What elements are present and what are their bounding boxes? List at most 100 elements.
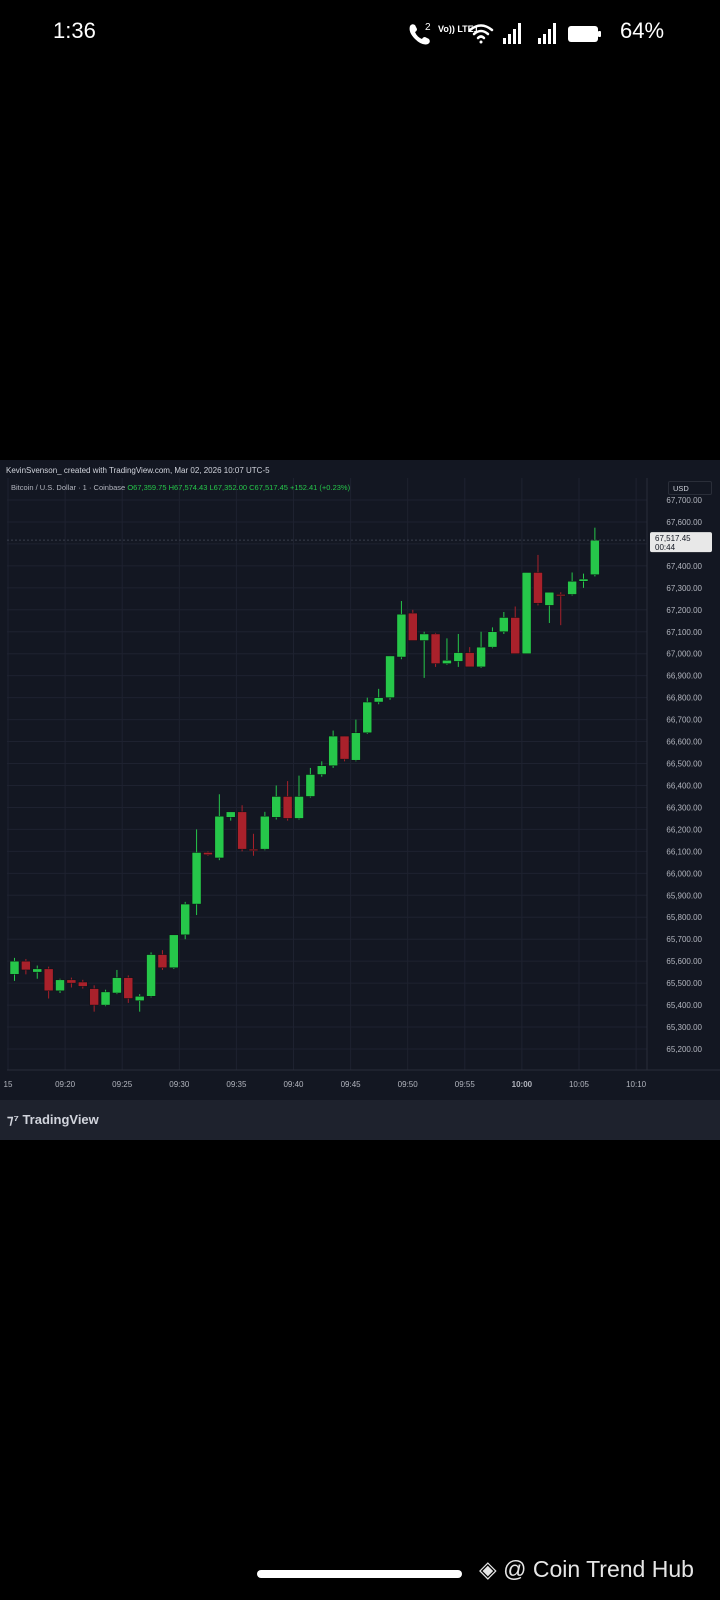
y-tick-label: 67,400.00 (666, 562, 702, 571)
y-tick-label: 67,000.00 (666, 650, 702, 659)
candle-body (55, 979, 65, 992)
x-tick-label: 15 (4, 1080, 13, 1089)
candle-body (339, 735, 350, 760)
candle-body (214, 815, 225, 859)
candle-body (385, 655, 395, 698)
chart-footer: ⁊⁷ TradingView (0, 1100, 720, 1140)
candle-body (32, 968, 43, 973)
x-tick-label: 09:25 (112, 1080, 133, 1089)
candle-body (157, 954, 168, 968)
candle-body (123, 977, 134, 999)
y-tick-label: 65,200.00 (666, 1045, 702, 1054)
close-value: C67,517.45 (249, 483, 288, 492)
x-tick-label: 10:00 (512, 1080, 533, 1089)
y-tick-label: 66,300.00 (666, 803, 702, 812)
x-tick-label: 09:35 (226, 1080, 247, 1089)
y-tick-label: 66,700.00 (666, 716, 702, 725)
currency-button[interactable]: USD (668, 481, 712, 495)
candle-body (21, 960, 31, 971)
y-tick-label: 67,600.00 (666, 518, 702, 527)
price-tag-countdown: 00:44 (655, 543, 676, 552)
call-badge: 2 (425, 22, 431, 33)
high-value: H67,574.43 (168, 483, 208, 492)
y-tick-label: 65,400.00 (666, 1001, 702, 1010)
y-tick-label: 67,200.00 (666, 606, 702, 615)
candle-body (317, 765, 327, 775)
home-indicator[interactable] (257, 1570, 462, 1578)
candle-body (78, 981, 88, 987)
y-tick-label: 66,800.00 (666, 694, 702, 703)
candle-body (225, 811, 236, 818)
price-tag-value: 67,517.45 (655, 534, 691, 543)
y-tick-label: 65,600.00 (666, 957, 702, 966)
candle-body (442, 660, 452, 664)
candle-body (555, 594, 566, 597)
x-tick-label: 10:10 (626, 1080, 647, 1089)
x-tick-label: 10:05 (569, 1080, 590, 1089)
x-tick-label: 09:40 (283, 1080, 304, 1089)
candle-body (476, 646, 486, 668)
candle-body (100, 991, 111, 1006)
watermark-text: @ Coin Trend Hub (503, 1556, 694, 1582)
candle-body (146, 954, 156, 997)
battery-icon (568, 26, 601, 42)
x-tick-label: 09:20 (55, 1080, 76, 1089)
x-tick-label: 09:45 (341, 1080, 362, 1089)
signal-icon-1 (503, 23, 521, 44)
change-value: +152.41 (+0.23%) (290, 483, 351, 492)
chart-credit: KevinSvenson_ created with TradingView.c… (6, 466, 270, 475)
tradingview-label: TradingView (22, 1112, 99, 1127)
candle-body (260, 815, 270, 850)
candle-body (373, 697, 384, 703)
ohlc-legend: Bitcoin / U.S. Dollar · 1 · Coinbase O67… (11, 483, 350, 492)
candle-body (203, 852, 213, 855)
y-tick-label: 67,100.00 (666, 628, 702, 637)
symbol-label: Bitcoin / U.S. Dollar · 1 · Coinbase (11, 483, 126, 492)
x-tick-label: 09:50 (398, 1080, 419, 1089)
y-tick-label: 66,900.00 (666, 672, 702, 681)
candle-body (464, 652, 475, 668)
candle-body (191, 852, 202, 905)
candle-body (430, 633, 441, 664)
y-tick-label: 65,700.00 (666, 935, 702, 944)
y-tick-label: 65,900.00 (666, 891, 702, 900)
candle-body (453, 652, 464, 662)
candle-body (487, 631, 498, 648)
candle-body (544, 591, 555, 606)
low-value: L67,352.00 (209, 483, 248, 492)
y-tick-label: 67,300.00 (666, 584, 702, 593)
status-icons: 2 Vo)) LTE1 (409, 22, 601, 45)
candle-body (419, 633, 429, 641)
candle-body (134, 996, 145, 1001)
candle-body (112, 977, 122, 994)
candle-body (305, 774, 316, 797)
candle-body (180, 903, 190, 936)
candle-body (590, 539, 600, 575)
y-tick-label: 66,600.00 (666, 738, 702, 747)
y-tick-label: 65,300.00 (666, 1023, 702, 1032)
candle-body (43, 968, 54, 992)
y-tick-label: 65,800.00 (666, 913, 702, 922)
y-tick-label: 66,200.00 (666, 825, 702, 834)
candle-body (362, 701, 373, 734)
candle-body (510, 617, 520, 654)
candle-body (396, 613, 407, 658)
watermark: ◈ @ Coin Trend Hub (479, 1556, 694, 1583)
candle-body (499, 617, 509, 633)
binance-icon: ◈ (479, 1556, 497, 1582)
open-value: O67,359.75 (127, 483, 167, 492)
x-tick-label: 09:30 (169, 1080, 190, 1089)
y-tick-label: 67,700.00 (666, 496, 702, 505)
y-tick-label: 66,500.00 (666, 760, 702, 769)
candlestick-chart[interactable]: 67,700.0067,600.0067,500.0067,400.0067,3… (0, 460, 720, 1100)
status-bar: 1:36 2 Vo)) LTE1 64% (0, 0, 720, 70)
candle-body (521, 572, 532, 654)
candle-body (66, 979, 77, 984)
candle-body (328, 735, 338, 766)
battery-percent: 64% (620, 18, 665, 43)
candle-body (9, 960, 20, 975)
candle-body (533, 572, 543, 604)
y-tick-label: 66,000.00 (666, 869, 702, 878)
candle-body (294, 796, 304, 819)
candle-body (271, 796, 281, 818)
